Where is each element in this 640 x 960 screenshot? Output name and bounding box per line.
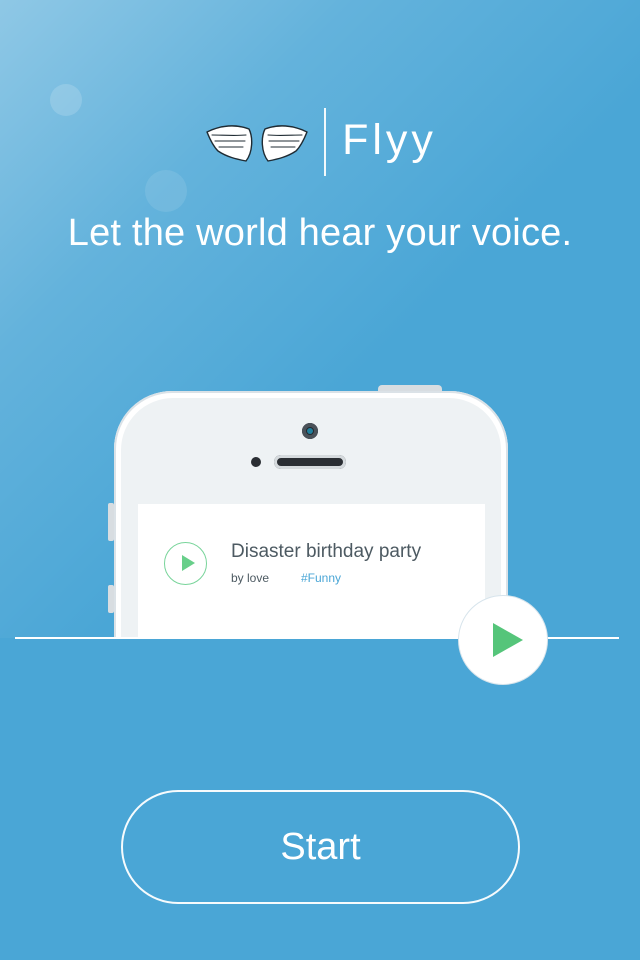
tagline: Let the world hear your voice.: [67, 212, 573, 254]
play-button[interactable]: [458, 595, 548, 685]
play-icon[interactable]: [164, 542, 207, 585]
brand-divider: [324, 108, 327, 176]
brand-header: Flyy: [0, 104, 640, 180]
card-tag[interactable]: #Funny: [301, 571, 341, 585]
card-title: Disaster birthday party: [231, 541, 422, 562]
card-author: by love: [231, 571, 270, 585]
onboarding-screen: Flyy Let the world hear your voice. Disa…: [0, 0, 640, 960]
wings-logo-icon: [206, 125, 308, 162]
sensor-dot: [251, 457, 261, 467]
camera-icon: [302, 423, 318, 439]
start-button[interactable]: Start: [121, 790, 520, 904]
speaker-grille: [274, 455, 346, 469]
brand-name: Flyy: [342, 115, 437, 164]
